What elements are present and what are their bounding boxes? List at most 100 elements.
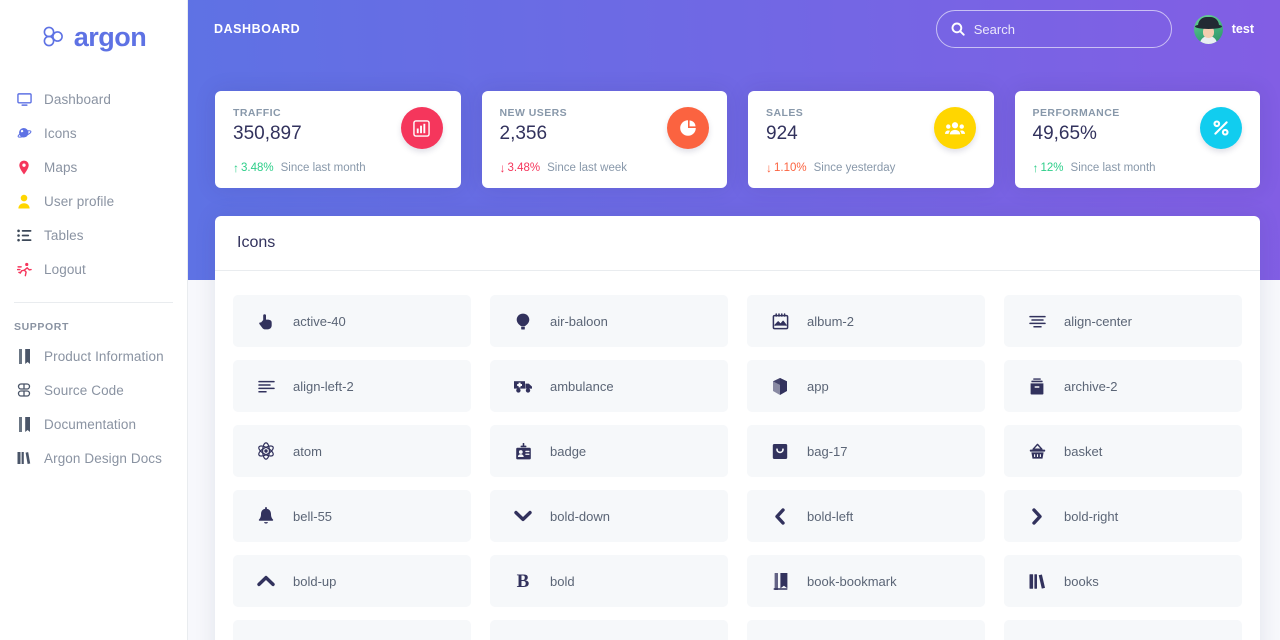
icon-tile-label: atom	[293, 443, 322, 459]
icon-tile-partial[interactable]	[747, 620, 985, 640]
icon-tile-label: air-baloon	[550, 313, 608, 329]
sidebar-item-label: Icons	[44, 125, 77, 141]
sidebar-item-label: User profile	[44, 193, 115, 209]
sidebar-item-documentation[interactable]: Documentation	[0, 407, 187, 441]
icon-tile-album-2[interactable]: album-2	[747, 295, 985, 347]
icon-tile-bold-left[interactable]: bold-left	[747, 490, 985, 542]
cube-box-icon	[768, 377, 792, 395]
icon-tile-partial[interactable]	[233, 620, 471, 640]
stat-delta: ↑ 12%	[1033, 161, 1064, 175]
books-icon	[1025, 573, 1049, 590]
search-box[interactable]	[935, 10, 1172, 48]
archive-box-icon	[1025, 377, 1049, 395]
icon-tile-label: badge	[550, 443, 587, 459]
avatar	[1193, 14, 1223, 44]
running-person-icon	[12, 262, 36, 277]
icon-tile-archive-2[interactable]: archive-2	[1004, 360, 1242, 412]
icon-tile-label: ambulance	[550, 378, 614, 394]
arrow-up-icon: ↑	[233, 161, 239, 175]
icon-tile-label: align-left-2	[293, 378, 354, 394]
sidebar-item-label: Tables	[44, 227, 84, 243]
icon-tile-atom[interactable]: atom	[233, 425, 471, 477]
stat-delta: ↓ 3.48%	[500, 161, 541, 175]
align-center-icon	[1025, 315, 1049, 328]
icon-tile-bold-down[interactable]: bold-down	[490, 490, 728, 542]
sidebar-item-product-information[interactable]: Product Information	[0, 339, 187, 373]
map-pin-icon	[12, 160, 36, 175]
icon-tile-align-left-2[interactable]: align-left-2	[233, 360, 471, 412]
stat-label: NEW USERS	[499, 107, 568, 119]
icon-tile-bag-17[interactable]: bag-17	[747, 425, 985, 477]
user-menu[interactable]: test	[1193, 14, 1254, 44]
book-bookmark-icon	[768, 572, 792, 590]
icon-tile-app[interactable]: app	[747, 360, 985, 412]
icon-tile-bell-55[interactable]: bell-55	[233, 490, 471, 542]
stat-card-performance[interactable]: PERFORMANCE 49,65% ↑ 12% Since last mont…	[1014, 91, 1260, 188]
stat-value: 924	[766, 123, 798, 144]
stat-delta-value: 3.48%	[241, 162, 274, 174]
arrow-down-icon: ↓	[766, 161, 772, 175]
user-icon	[12, 194, 36, 209]
icon-tile-active-40[interactable]: active-40	[233, 295, 471, 347]
icon-tile-ambulance[interactable]: ambulance	[490, 360, 728, 412]
atom-icon	[254, 442, 278, 460]
icon-tile-partial[interactable]	[1004, 620, 1242, 640]
search-icon	[951, 22, 965, 36]
bold-b-icon: B	[516, 570, 530, 592]
percent-icon	[1200, 107, 1242, 149]
user-name: test	[1231, 22, 1254, 36]
sidebar-support-nav: Product Information Source Code Document…	[0, 339, 187, 475]
icon-tile-partial[interactable]	[490, 620, 728, 640]
tv-monitor-icon	[12, 92, 36, 107]
sidebar-item-maps[interactable]: Maps	[0, 150, 187, 184]
brand-logo[interactable]: argon	[0, 0, 187, 64]
arrow-up-icon: ↑	[1032, 161, 1039, 175]
users-group-icon	[933, 107, 976, 149]
sidebar-item-label: Logout	[44, 261, 86, 277]
icon-tile-badge[interactable]: badge	[490, 425, 728, 477]
icon-tile-label: book-bookmark	[807, 573, 897, 589]
icon-tile-label: bag-17	[807, 443, 848, 459]
stat-label: SALES	[766, 107, 804, 119]
icon-tile-align-center[interactable]: align-center	[1004, 295, 1242, 347]
icon-tile-label: active-40	[293, 313, 346, 329]
sidebar-item-label: Documentation	[44, 416, 137, 432]
stat-card-traffic[interactable]: TRAFFIC 350,897 ↑ 3.48% Since last month	[215, 91, 461, 188]
stat-card-sales[interactable]: SALES 924 ↓ 1.10% Since yesterday	[748, 91, 994, 188]
icons-grid: active-40 air-baloon album-2 align-cente…	[215, 271, 1260, 640]
air-balloon-icon	[511, 313, 535, 330]
stat-label: PERFORMANCE	[1032, 107, 1120, 119]
bell-icon	[254, 507, 278, 525]
basket-icon	[1025, 443, 1049, 460]
icon-tile-bold[interactable]: B bold	[490, 555, 728, 607]
sidebar-item-label: Source Code	[44, 382, 124, 398]
sidebar: argon Dashboard Icons Maps User profile …	[0, 0, 188, 640]
sidebar-nav: Dashboard Icons Maps User profile Tables…	[0, 82, 187, 286]
chevron-right-bold-icon	[1025, 507, 1049, 525]
sidebar-item-tables[interactable]: Tables	[0, 218, 187, 252]
icon-tile-book-bookmark[interactable]: book-bookmark	[747, 555, 985, 607]
icons-card-header: Icons	[215, 216, 1260, 271]
book-icon	[12, 348, 36, 364]
icon-tile-label: bold-down	[550, 508, 610, 524]
icon-tile-bold-right[interactable]: bold-right	[1004, 490, 1242, 542]
icon-tile-basket[interactable]: basket	[1004, 425, 1242, 477]
argon-logo-icon	[41, 26, 67, 48]
code-blocks-icon	[12, 383, 36, 397]
stat-period: Since last week	[547, 162, 628, 174]
icon-tile-air-baloon[interactable]: air-baloon	[490, 295, 728, 347]
icon-tile-label: app	[807, 378, 829, 394]
stat-card-new-users[interactable]: NEW USERS 2,356 ↓ 3.48% Since last week	[481, 91, 727, 188]
ambulance-icon	[511, 379, 535, 393]
icon-tile-bold-up[interactable]: bold-up	[233, 555, 471, 607]
stat-delta-value: 12%	[1040, 162, 1064, 174]
sidebar-item-logout[interactable]: Logout	[0, 252, 187, 286]
sidebar-item-argon-design-docs[interactable]: Argon Design Docs	[0, 441, 187, 475]
hand-point-up-icon	[254, 313, 278, 330]
sidebar-item-dashboard[interactable]: Dashboard	[0, 82, 187, 116]
sidebar-item-source-code[interactable]: Source Code	[0, 373, 187, 407]
sidebar-item-user-profile[interactable]: User profile	[0, 184, 187, 218]
sidebar-item-icons[interactable]: Icons	[0, 116, 187, 150]
icon-tile-books[interactable]: books	[1004, 555, 1242, 607]
search-input[interactable]	[973, 21, 1157, 37]
